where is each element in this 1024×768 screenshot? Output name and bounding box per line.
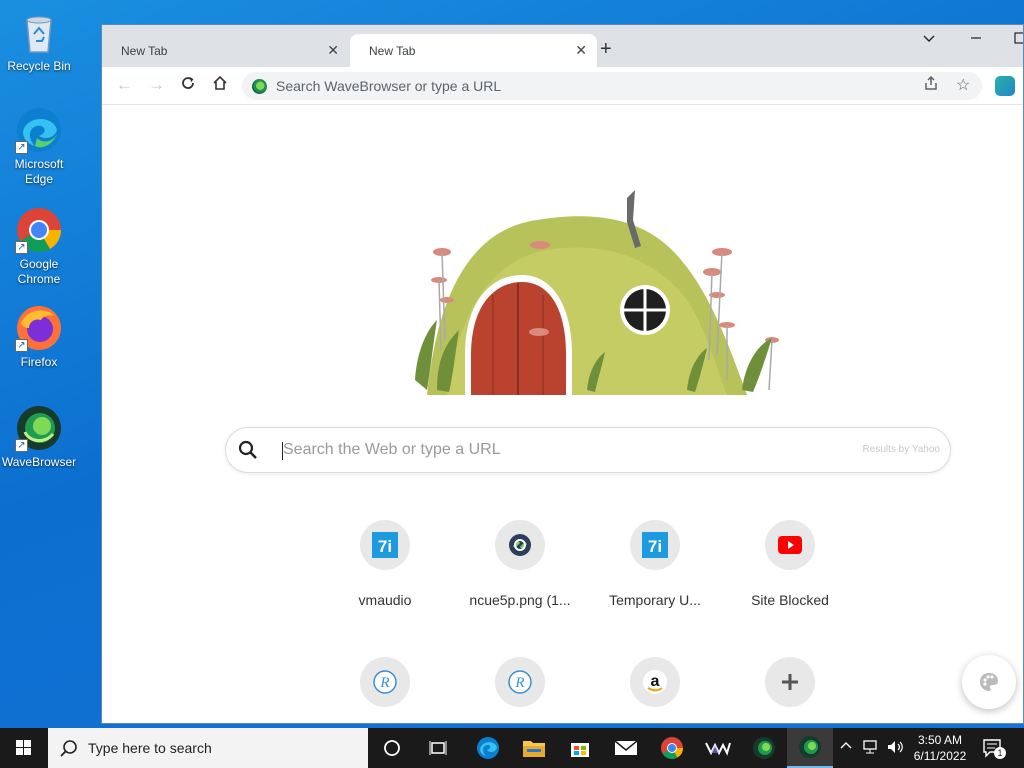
network-icon[interactable] bbox=[862, 739, 880, 768]
folder-icon bbox=[523, 741, 545, 757]
task-view-button[interactable] bbox=[415, 728, 461, 768]
shortcut-vmaudio[interactable]: 7i vmaudio bbox=[320, 520, 450, 608]
back-arrow-icon[interactable]: ← bbox=[116, 75, 133, 95]
forward-arrow-icon[interactable]: → bbox=[148, 75, 165, 95]
wavebrowser-icon bbox=[799, 736, 821, 758]
7i-icon: 7i bbox=[360, 520, 410, 570]
youtube-icon bbox=[765, 520, 815, 570]
system-clock[interactable]: 3:50 AM 6/11/2022 bbox=[905, 732, 975, 764]
task-view-cortana-button[interactable] bbox=[369, 728, 415, 768]
clock-time: 3:50 AM bbox=[917, 733, 963, 747]
taskbar-store[interactable] bbox=[557, 728, 603, 768]
wavebrowser-icon bbox=[753, 737, 775, 759]
share-icon[interactable] bbox=[923, 75, 939, 96]
home-icon[interactable] bbox=[212, 75, 228, 96]
shortcut-r-2[interactable]: R bbox=[455, 657, 585, 707]
7i-icon: 7i bbox=[630, 520, 680, 570]
desktop-icon-wavebrowser[interactable]: ↗ WaveBrowser bbox=[0, 404, 79, 470]
add-shortcut-button[interactable] bbox=[725, 657, 855, 707]
clock-date: 6/11/2022 bbox=[913, 749, 967, 763]
firefox-icon: ↗ bbox=[15, 304, 63, 352]
wavebrowser-icon: ↗ bbox=[15, 404, 63, 452]
r-icon: R bbox=[495, 657, 545, 707]
address-bar[interactable]: Search WaveBrowser or type a URL bbox=[242, 72, 982, 100]
store-icon bbox=[571, 743, 589, 757]
svg-text:7i: 7i bbox=[648, 537, 662, 556]
chrome-icon bbox=[661, 737, 683, 759]
cortana-icon bbox=[384, 740, 400, 756]
wave-logo-icon bbox=[705, 742, 731, 756]
recycle-bin-icon bbox=[15, 8, 63, 56]
taskbar: Type here to search 3:50 AM 6/11/2022 1 bbox=[0, 728, 1024, 768]
svg-text:a: a bbox=[651, 673, 660, 690]
customize-palette-button[interactable] bbox=[962, 655, 1016, 709]
tab-search-chevron-icon[interactable] bbox=[922, 31, 936, 48]
taskbar-wavebrowser[interactable] bbox=[741, 728, 787, 768]
taskbar-wavebrowser-active[interactable] bbox=[787, 728, 833, 768]
taskbar-mail[interactable] bbox=[603, 728, 649, 768]
minimize-button[interactable] bbox=[970, 31, 982, 48]
desktop-icon-recycle-bin[interactable]: Recycle Bin bbox=[0, 8, 79, 74]
start-button[interactable] bbox=[0, 728, 48, 768]
chrome-icon: ↗ bbox=[15, 206, 63, 254]
svg-text:7i: 7i bbox=[378, 537, 392, 556]
desktop-icon-edge[interactable]: ↗ Microsoft Edge bbox=[0, 106, 79, 187]
shortcut-site-blocked[interactable]: Site Blocked bbox=[725, 520, 855, 608]
mail-icon bbox=[614, 740, 638, 755]
windows-logo-icon bbox=[16, 740, 31, 755]
edge-icon: ↗ bbox=[15, 106, 63, 154]
browser-window: New Tab ✕ New Tab ✕ + ← → Search WaveBro… bbox=[101, 24, 1024, 724]
shortcut-amazon[interactable]: a bbox=[590, 657, 720, 707]
close-icon[interactable]: ✕ bbox=[327, 42, 339, 59]
desktop-icon-chrome[interactable]: ↗ Google Chrome bbox=[0, 206, 79, 287]
wavebrowser-site-icon bbox=[252, 79, 267, 94]
link-icon bbox=[495, 520, 545, 570]
notification-count-badge: 1 bbox=[994, 747, 1006, 759]
search-icon bbox=[60, 740, 77, 757]
taskbar-edge[interactable] bbox=[465, 728, 511, 768]
taskbar-winamp[interactable] bbox=[695, 728, 741, 768]
shortcut-r-1[interactable]: R bbox=[320, 657, 450, 707]
palette-icon bbox=[980, 673, 998, 691]
reload-icon[interactable] bbox=[180, 75, 196, 96]
tab-new-tab-1[interactable]: New Tab ✕ bbox=[102, 34, 349, 67]
search-provider-label: Results by Yahoo bbox=[862, 444, 940, 455]
add-icon bbox=[765, 657, 815, 707]
new-tab-button[interactable]: + bbox=[600, 38, 612, 61]
close-icon[interactable]: ✕ bbox=[575, 42, 587, 59]
shortcut-temporary[interactable]: 7i Temporary U... bbox=[590, 520, 720, 608]
amazon-icon: a bbox=[630, 657, 680, 707]
svg-text:R: R bbox=[514, 675, 524, 691]
taskbar-search-box[interactable]: Type here to search bbox=[48, 728, 368, 768]
svg-text:R: R bbox=[379, 675, 389, 691]
search-icon bbox=[238, 440, 257, 459]
shortcut-ncue5p[interactable]: ncue5p.png (1... bbox=[455, 520, 585, 608]
web-search-box[interactable]: Search the Web or type a URL Results by … bbox=[225, 427, 951, 473]
toolbar: ← → Search WaveBrowser or type a URL ☆ bbox=[102, 67, 1023, 105]
task-view-icon bbox=[429, 741, 447, 755]
new-tab-page: Search the Web or type a URL Results by … bbox=[102, 105, 1023, 723]
taskbar-file-explorer[interactable] bbox=[511, 728, 557, 768]
extension-icon[interactable] bbox=[995, 76, 1015, 96]
bookmark-star-icon[interactable]: ☆ bbox=[956, 75, 970, 95]
desktop-icon-firefox[interactable]: ↗ Firefox bbox=[0, 304, 79, 370]
tab-new-tab-2[interactable]: New Tab ✕ bbox=[350, 34, 597, 67]
maximize-button[interactable] bbox=[1014, 31, 1023, 48]
search-placeholder: Search the Web or type a URL bbox=[283, 441, 501, 458]
edge-icon bbox=[477, 737, 499, 759]
taskbar-chrome[interactable] bbox=[649, 728, 695, 768]
action-center-icon[interactable]: 1 bbox=[982, 738, 1006, 768]
hobbit-house-illustration bbox=[415, 190, 779, 395]
tab-strip: New Tab ✕ New Tab ✕ + bbox=[102, 25, 1023, 67]
r-icon: R bbox=[360, 657, 410, 707]
volume-icon[interactable] bbox=[886, 739, 904, 768]
show-hidden-icons-chevron-icon[interactable] bbox=[840, 740, 852, 768]
